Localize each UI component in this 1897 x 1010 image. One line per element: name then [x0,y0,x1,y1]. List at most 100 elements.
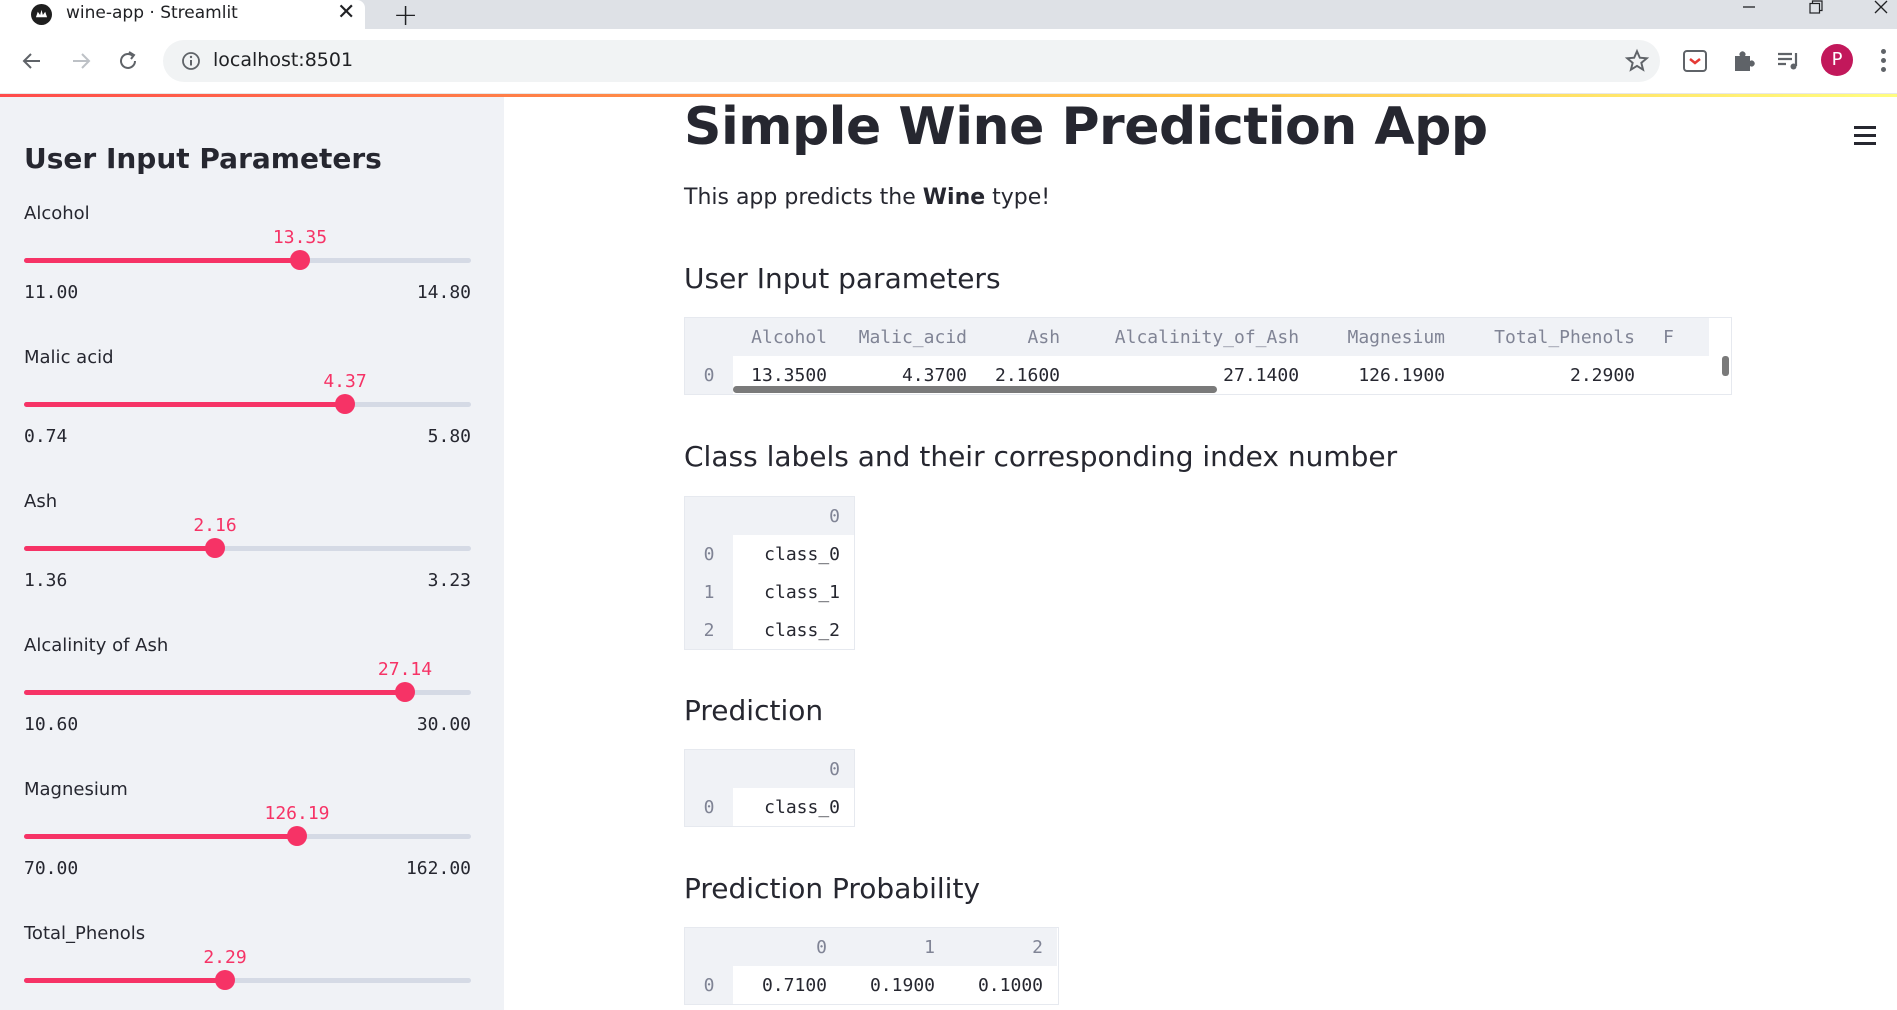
extensions-puzzle-icon[interactable] [1729,47,1757,75]
window-restore-icon[interactable] [1791,0,1841,29]
slider-malic-acid[interactable]: Malic acid 4.37 0.74 5.80 [24,347,471,467]
slider-max-label: 14.80 [416,282,471,303]
column-header: 1 [841,928,949,966]
table-cell: 2.2900 [1570,364,1636,386]
slider-magnesium[interactable]: Magnesium 126.19 70.00 162.00 [24,779,471,899]
window-close-icon[interactable] [1856,0,1897,29]
table-corner [685,497,733,535]
slider-thumb[interactable] [335,394,355,414]
back-arrow-icon[interactable] [16,45,48,77]
slider-current-value: 27.14 [377,659,433,680]
url-text[interactable]: localhost:8501 [213,49,353,71]
row-index: 0 [685,535,733,573]
probability-table[interactable]: 0 1 2 0 0.7100 0.1900 0.1000 [684,927,1059,1005]
input-params-heading: User Input parameters [684,262,1001,295]
slider-current-value: 2.29 [203,947,247,968]
slider-current-value: 126.19 [264,803,330,824]
class-labels-table[interactable]: 0 0 class_0 1 class_1 2 class_2 [684,496,855,650]
column-header: 0 [733,928,841,966]
slider-fill [24,546,215,551]
slider-fill [24,834,297,839]
sidebar-title: User Input Parameters [24,142,382,175]
class-labels-heading: Class labels and their corresponding ind… [684,440,1398,473]
table-corner [685,750,733,788]
vertical-scrollbar[interactable] [1722,356,1729,376]
window-minimize-icon[interactable] [1724,0,1774,29]
row-index: 0 [685,788,733,826]
slider-max-label: 5.80 [427,426,471,447]
bookmark-star-icon[interactable] [1624,48,1650,74]
site-info-icon[interactable] [181,51,201,71]
slider-alcohol[interactable]: Alcohol 13.35 11.00 14.80 [24,203,471,323]
intro-suffix: type! [985,185,1051,210]
slider-label: Alcalinity of Ash [24,635,169,656]
sidebar: User Input Parameters Alcohol 13.35 11.00 1… [0,97,504,1010]
slider-track[interactable] [24,394,471,414]
intro-prefix: This app predicts the [684,185,923,210]
slider-track[interactable] [24,250,471,270]
browser-toolbar: localhost:8501 P [0,29,1897,94]
column-header: Malic_acid [841,318,981,356]
slider-thumb[interactable] [290,250,310,270]
main-content: Simple Wine Prediction App This app pred… [504,97,1897,1010]
horizontal-scrollbar[interactable] [733,386,1217,393]
profile-avatar[interactable]: P [1821,44,1853,76]
streamlit-favicon-icon [31,4,52,25]
slider-total-phenols[interactable]: Total_Phenols 2.29 [24,923,471,1010]
slider-track[interactable] [24,970,471,990]
slider-fill [24,258,300,263]
tab-close-icon[interactable]: ✕ [337,2,355,24]
slider-track[interactable] [24,682,471,702]
prediction-table[interactable]: 0 0 class_0 [684,749,855,827]
table-corner [685,928,733,966]
pocket-extension-icon[interactable] [1681,47,1709,75]
intro-bold: Wine [922,185,986,210]
slider-label: Malic acid [24,347,114,368]
slider-track[interactable] [24,538,471,558]
slider-alcalinity-of-ash[interactable]: Alcalinity of Ash 27.14 10.60 30.00 [24,635,471,755]
browser-tab[interactable]: wine-app · Streamlit ✕ [0,0,365,29]
prediction-heading: Prediction [684,694,824,727]
table-cell: 126.1900 [1358,364,1446,386]
row-index: 2 [685,611,733,649]
slider-fill [24,690,405,695]
browser-menu-icon[interactable] [1881,49,1889,73]
slider-label: Ash [24,491,58,512]
input-params-table[interactable]: Alcohol Malic_acid Ash Alcalinity_of_Ash… [684,317,1732,395]
tab-title: wine-app · Streamlit [66,3,238,23]
forward-arrow-icon[interactable] [65,45,97,77]
column-header: 2 [949,928,1057,966]
slider-thumb[interactable] [395,682,415,702]
intro-text: This app predicts the Wine type! [684,185,1050,210]
media-queue-icon[interactable] [1775,47,1803,75]
table-cell: class_2 [764,619,840,641]
table-cell [1649,356,1709,394]
table-cell: 0.7100 [761,974,827,996]
slider-min-label: 1.36 [24,570,68,591]
slider-max-label: 3.23 [427,570,471,591]
slider-min-label: 10.60 [24,714,79,735]
slider-thumb[interactable] [205,538,225,558]
slider-track[interactable] [24,826,471,846]
row-index: 0 [685,356,733,394]
table-cell: 0.1000 [977,974,1043,996]
slider-label: Magnesium [24,779,128,800]
probability-heading: Prediction Probability [684,872,981,905]
column-header: 0 [733,497,854,535]
reload-icon[interactable] [112,45,144,77]
address-bar[interactable]: localhost:8501 [163,40,1660,82]
column-header: Alcalinity_of_Ash [1074,318,1314,356]
slider-min-label: 0.74 [24,426,68,447]
slider-thumb[interactable] [215,970,235,990]
slider-label: Total_Phenols [24,923,146,944]
slider-ash[interactable]: Ash 2.16 1.36 3.23 [24,491,471,611]
slider-label: Alcohol [24,203,90,224]
hamburger-menu-icon[interactable] [1854,126,1878,146]
slider-thumb[interactable] [287,826,307,846]
column-header: Alcohol [733,318,841,356]
slider-min-label: 11.00 [24,282,79,303]
table-cell: 0.1900 [869,974,935,996]
column-header: Total_Phenols [1459,318,1650,356]
column-header: F [1649,318,1710,356]
slider-fill [24,402,345,407]
